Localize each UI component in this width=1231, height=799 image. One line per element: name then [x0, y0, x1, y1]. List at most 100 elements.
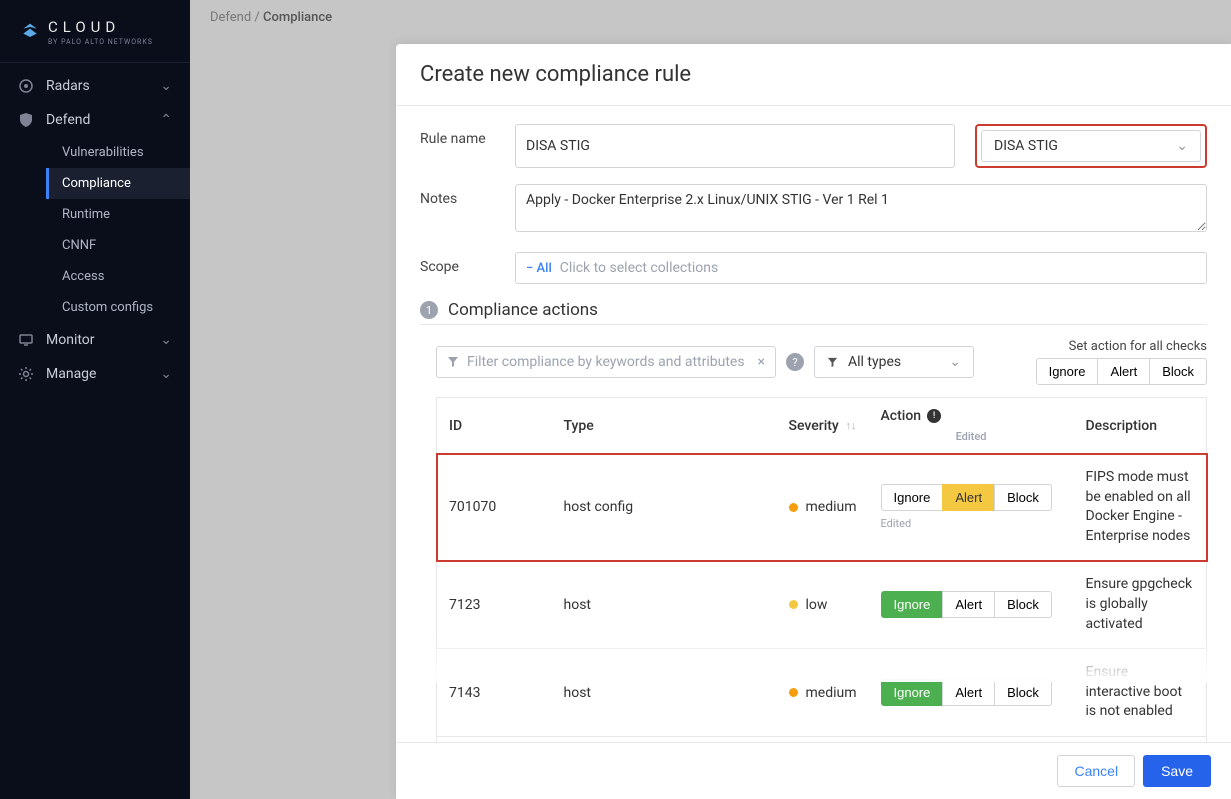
nav-radars[interactable]: Radars ⌄ — [0, 69, 190, 103]
row-action-group: Ignore Alert Block — [881, 591, 1052, 618]
type-filter-select[interactable]: All types ⌄ — [814, 346, 974, 378]
table-row[interactable]: 7143 host medium Ignore Alert Block Ensu… — [437, 649, 1207, 737]
notes-row: Notes — [420, 184, 1207, 236]
info-icon[interactable]: ! — [927, 409, 941, 423]
cell-description: Ensure gpgcheck is globally activated — [1074, 561, 1207, 649]
rule-name-row: Rule name DISA STIG ⌄ — [420, 124, 1207, 168]
cell-id: 7143 — [437, 649, 552, 737]
row-alert-button[interactable]: Alert — [942, 484, 995, 511]
cell-severity: medium — [777, 649, 869, 737]
chevron-down-icon: ⌄ — [160, 332, 172, 348]
severity-dot — [789, 503, 798, 512]
compliance-actions-head: 1 Compliance actions — [420, 300, 1207, 325]
cancel-button[interactable]: Cancel — [1057, 755, 1135, 787]
cell-type: host config — [552, 454, 777, 561]
cell-id: 7162 — [437, 736, 552, 742]
cell-severity: low — [777, 561, 869, 649]
logo-subtitle: BY PALO ALTO NETWORKS — [48, 38, 153, 46]
nav-monitor-label: Monitor — [46, 332, 95, 348]
row-alert-button[interactable]: Alert — [942, 591, 995, 618]
nav-defend[interactable]: Defend ⌃ — [0, 103, 190, 137]
row-block-button[interactable]: Block — [994, 679, 1052, 706]
nav-monitor[interactable]: Monitor ⌄ — [0, 323, 190, 357]
cell-description: Ensure interactive boot is not enabled — [1074, 649, 1207, 737]
shield-icon — [18, 112, 34, 128]
row-ignore-button[interactable]: Ignore — [881, 484, 944, 511]
nav-manage-label: Manage — [46, 366, 96, 382]
modal-footer: Cancel Save — [396, 742, 1231, 799]
nav-vulnerabilities[interactable]: Vulnerabilities — [46, 137, 190, 168]
col-type[interactable]: Type — [552, 398, 777, 454]
cell-action: Ignore Alert Block — [869, 649, 1074, 737]
cell-type: host — [552, 736, 777, 742]
chevron-down-icon: ⌄ — [160, 78, 172, 94]
header-edited-label: Edited — [881, 430, 1062, 443]
notes-textarea[interactable] — [515, 184, 1207, 232]
row-block-button[interactable]: Block — [994, 484, 1052, 511]
chevron-down-icon: ⌄ — [949, 354, 961, 370]
nav-manage[interactable]: Manage ⌄ — [0, 357, 190, 391]
table-row[interactable]: 701070 host config medium Ignore Alert B… — [437, 454, 1207, 561]
chevron-up-icon: ⌃ — [160, 112, 172, 128]
template-select[interactable]: DISA STIG ⌄ — [981, 130, 1201, 162]
filter-icon — [827, 357, 838, 368]
scope-label: Scope — [420, 252, 515, 275]
bulk-ignore-button[interactable]: Ignore — [1036, 358, 1099, 385]
scope-tag-all[interactable]: All — [526, 261, 552, 276]
logo: CLOUD BY PALO ALTO NETWORKS — [0, 0, 190, 62]
bulk-actions: Set action for all checks Ignore Alert B… — [1036, 339, 1207, 385]
scope-row: Scope All Click to select collections — [420, 252, 1207, 284]
cell-severity: high — [777, 736, 869, 742]
cell-severity: medium — [777, 454, 869, 561]
rule-name-input[interactable] — [515, 124, 955, 168]
filter-input[interactable]: Filter compliance by keywords and attrib… — [436, 346, 776, 378]
row-block-button[interactable]: Block — [994, 591, 1052, 618]
scope-input[interactable]: All Click to select collections — [515, 252, 1207, 284]
nav-runtime[interactable]: Runtime — [46, 199, 190, 230]
logo-brand: CLOUD — [48, 18, 153, 36]
cell-action: Ignore Alert Block Edited — [869, 454, 1074, 561]
severity-dot — [789, 600, 798, 609]
nav-access[interactable]: Access — [46, 261, 190, 292]
nav-cnnf[interactable]: CNNF — [46, 230, 190, 261]
filter-icon — [447, 356, 459, 368]
edited-label: Edited — [881, 517, 1062, 530]
modal-header: Create new compliance rule — [396, 44, 1231, 106]
modal-body: Rule name DISA STIG ⌄ Notes — [396, 106, 1231, 742]
table-row[interactable]: 7123 host low Ignore Alert Block Ensure … — [437, 561, 1207, 649]
radar-icon — [18, 78, 34, 94]
save-button[interactable]: Save — [1143, 755, 1211, 787]
row-alert-button[interactable]: Alert — [942, 679, 995, 706]
table-row[interactable]: 7162 host high Ignore Alert Block Edited… — [437, 736, 1207, 742]
col-description[interactable]: Description — [1074, 398, 1207, 454]
gear-icon — [18, 366, 34, 382]
nav-compliance[interactable]: Compliance — [46, 168, 190, 199]
cell-type: host — [552, 649, 777, 737]
col-id[interactable]: ID — [437, 398, 552, 454]
bulk-action-group: Ignore Alert Block — [1036, 358, 1207, 385]
clear-filter-icon[interactable]: × — [758, 354, 765, 370]
bulk-actions-label: Set action for all checks — [1036, 339, 1207, 354]
nav-radars-label: Radars — [46, 78, 90, 94]
template-select-value: DISA STIG — [994, 138, 1058, 154]
monitor-icon — [18, 332, 34, 348]
help-icon[interactable]: ? — [786, 353, 804, 371]
cell-description: Ensure SELinux is installed — [1074, 736, 1207, 742]
cell-action: Ignore Alert Block Edited — [869, 736, 1074, 742]
col-severity[interactable]: Severity↑↓ — [777, 398, 869, 454]
col-action[interactable]: Action! Edited — [869, 398, 1074, 454]
chevron-down-icon: ⌄ — [1176, 138, 1188, 154]
nav-defend-label: Defend — [46, 112, 90, 128]
compliance-table: ID Type Severity↑↓ Action! Edited Descri… — [436, 397, 1207, 742]
notes-label: Notes — [420, 184, 515, 207]
severity-dot — [789, 688, 798, 697]
chevron-down-icon: ⌄ — [160, 366, 172, 382]
filters-row: Filter compliance by keywords and attrib… — [420, 339, 1207, 385]
cell-type: host — [552, 561, 777, 649]
bulk-alert-button[interactable]: Alert — [1097, 358, 1150, 385]
row-ignore-button[interactable]: Ignore — [881, 591, 944, 618]
nav-custom-configs[interactable]: Custom configs — [46, 292, 190, 323]
row-action-group: Ignore Alert Block — [881, 679, 1052, 706]
row-ignore-button[interactable]: Ignore — [881, 679, 944, 706]
bulk-block-button[interactable]: Block — [1149, 358, 1207, 385]
